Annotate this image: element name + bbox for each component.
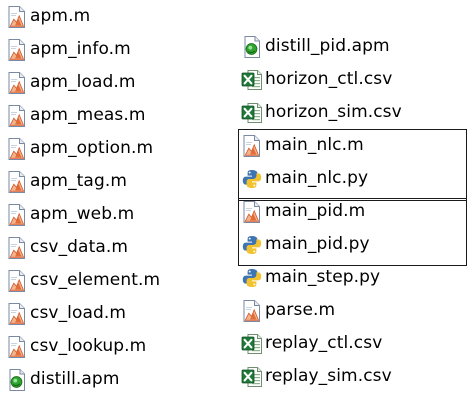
matlab-m-file-icon	[6, 269, 28, 293]
matlab-m-file-icon	[241, 200, 263, 224]
file-item-apm-option-m[interactable]: apm_option.m	[6, 132, 236, 165]
file-name-label: main_step.py	[265, 267, 381, 287]
file-name-label: csv_data.m	[30, 237, 129, 257]
file-name-label: apm_meas.m	[30, 105, 146, 125]
python-file-icon	[241, 266, 263, 290]
file-item-apm-m[interactable]: apm.m	[6, 0, 236, 33]
excel-csv-file-icon	[241, 332, 263, 356]
file-name-label: distill_pid.apm	[265, 36, 390, 56]
file-item-csv-data-m[interactable]: csv_data.m	[6, 231, 236, 264]
file-name-label: apm_option.m	[30, 138, 154, 158]
file-list-left-column: apm.m apm_info.m apm_load.m apm_meas.m a…	[6, 0, 236, 396]
matlab-m-file-icon	[6, 5, 28, 29]
file-name-label: csv_element.m	[30, 270, 161, 290]
file-item-apm-meas-m[interactable]: apm_meas.m	[6, 99, 236, 132]
file-name-label: csv_lookup.m	[30, 336, 147, 356]
file-name-label: horizon_sim.csv	[265, 102, 402, 122]
file-name-label: apm_load.m	[30, 72, 136, 92]
matlab-m-file-icon	[6, 236, 28, 260]
matlab-m-file-icon	[6, 71, 28, 95]
file-item-main-nlc-py[interactable]: main_nlc.py	[241, 162, 465, 195]
file-name-label: main_nlc.py	[265, 168, 369, 188]
matlab-m-file-icon	[6, 38, 28, 62]
file-item-horizon-sim-csv[interactable]: horizon_sim.csv	[241, 96, 465, 129]
excel-csv-file-icon	[241, 365, 263, 389]
file-item-distill-apm[interactable]: distill.apm	[6, 363, 236, 396]
file-item-distill-pid-apm[interactable]: distill_pid.apm	[241, 30, 465, 63]
file-name-label: parse.m	[265, 300, 336, 320]
matlab-m-file-icon	[241, 299, 263, 323]
file-item-csv-element-m[interactable]: csv_element.m	[6, 264, 236, 297]
excel-csv-file-icon	[241, 68, 263, 92]
file-item-csv-load-m[interactable]: csv_load.m	[6, 297, 236, 330]
file-item-apm-info-m[interactable]: apm_info.m	[6, 33, 236, 66]
file-item-main-pid-m[interactable]: main_pid.m	[241, 195, 465, 228]
matlab-m-file-icon	[6, 203, 28, 227]
file-item-replay-sim-csv[interactable]: replay_sim.csv	[241, 360, 465, 393]
matlab-m-file-icon	[6, 104, 28, 128]
file-name-label: replay_sim.csv	[265, 366, 392, 386]
file-item-apm-web-m[interactable]: apm_web.m	[6, 198, 236, 231]
apm-file-icon	[6, 368, 28, 392]
file-name-label: csv_load.m	[30, 303, 127, 323]
file-name-label: replay_ctl.csv	[265, 333, 383, 353]
file-item-apm-load-m[interactable]: apm_load.m	[6, 66, 236, 99]
file-item-horizon-ctl-csv[interactable]: horizon_ctl.csv	[241, 63, 465, 96]
matlab-m-file-icon	[241, 134, 263, 158]
file-item-apm-tag-m[interactable]: apm_tag.m	[6, 165, 236, 198]
file-item-main-nlc-m[interactable]: main_nlc.m	[241, 129, 465, 162]
file-item-parse-m[interactable]: parse.m	[241, 294, 465, 327]
file-item-replay-ctl-csv[interactable]: replay_ctl.csv	[241, 327, 465, 360]
apm-file-icon	[241, 35, 263, 59]
file-list-right-column: distill_pid.apm horizon_ctl.csv horizon_…	[241, 30, 465, 393]
file-name-label: main_pid.m	[265, 201, 366, 221]
file-name-label: apm_tag.m	[30, 171, 128, 191]
matlab-m-file-icon	[6, 302, 28, 326]
matlab-m-file-icon	[6, 170, 28, 194]
file-item-main-pid-py[interactable]: main_pid.py	[241, 228, 465, 261]
file-item-main-step-py[interactable]: main_step.py	[241, 261, 465, 294]
python-file-icon	[241, 233, 263, 257]
file-name-label: main_nlc.m	[265, 135, 364, 155]
file-item-csv-lookup-m[interactable]: csv_lookup.m	[6, 330, 236, 363]
file-name-label: main_pid.py	[265, 234, 370, 254]
file-name-label: horizon_ctl.csv	[265, 69, 393, 89]
file-name-label: apm_info.m	[30, 39, 131, 59]
file-name-label: apm_web.m	[30, 204, 135, 224]
python-file-icon	[241, 167, 263, 191]
matlab-m-file-icon	[6, 335, 28, 359]
excel-csv-file-icon	[241, 101, 263, 125]
matlab-m-file-icon	[6, 137, 28, 161]
file-name-label: distill.apm	[30, 369, 120, 389]
file-name-label: apm.m	[30, 6, 91, 26]
